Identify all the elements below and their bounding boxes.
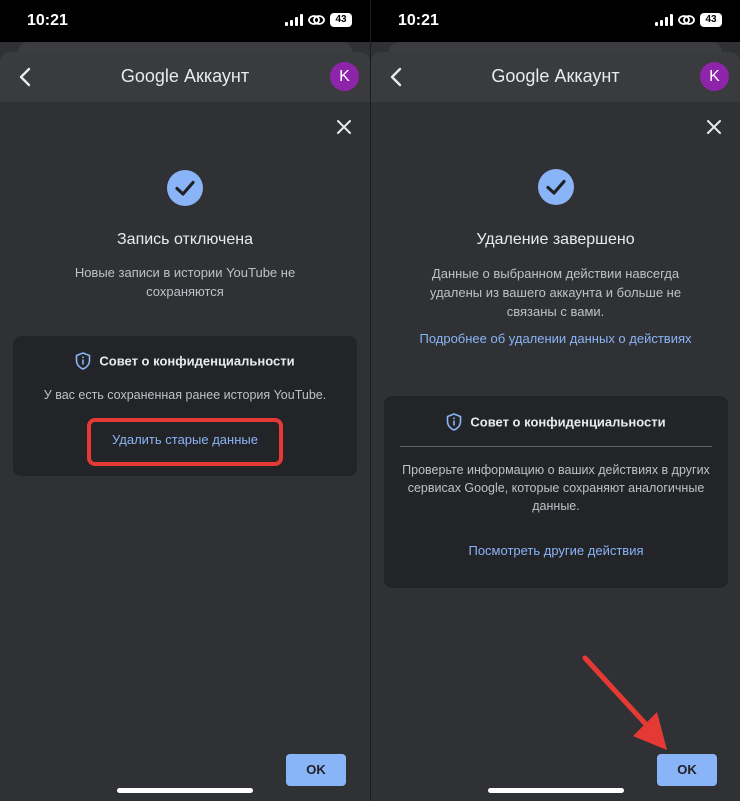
left-screen: 10:21 43 Google Аккаунт K Запись отключе…: [0, 0, 370, 801]
ok-button[interactable]: OK: [286, 754, 346, 786]
link-icon: [678, 15, 695, 25]
shield-info-icon: [76, 352, 91, 370]
signal-icon: [655, 14, 673, 26]
home-indicator: [487, 788, 624, 793]
privacy-tip-heading: Совет о конфиденциальности: [13, 352, 357, 370]
privacy-tip-text: У вас есть сохраненная ранее история You…: [43, 388, 327, 402]
link-icon: [308, 15, 325, 25]
home-indicator: [117, 788, 253, 793]
privacy-tip-heading: Совет о конфиденциальности: [384, 413, 728, 431]
status-icons: 43: [285, 13, 352, 27]
google-logo-text: Google: [120, 66, 179, 86]
status-bar: 10:21 43: [371, 0, 740, 42]
status-bar: 10:21 43: [0, 0, 370, 42]
app-title: Google Аккаунт: [371, 66, 740, 87]
battery-icon: 43: [700, 13, 722, 27]
google-logo-text: Google: [491, 66, 550, 86]
right-screen: 10:21 43 Google Аккаунт K Удаление завер…: [370, 0, 740, 801]
check-circle-icon: [167, 170, 203, 206]
close-icon[interactable]: [334, 117, 354, 137]
avatar[interactable]: K: [330, 62, 359, 91]
status-time: 10:21: [398, 12, 439, 29]
page-title: Удаление завершено: [476, 231, 635, 248]
close-icon[interactable]: [704, 117, 724, 137]
account-label: Аккаунт: [554, 66, 620, 86]
privacy-tip-text: Проверьте информацию о ваших действиях в…: [402, 463, 710, 513]
privacy-tip-card: Совет о конфиденциальности Проверьте инф…: [384, 396, 728, 588]
description-text: Данные о выбранном действии навсегда уда…: [429, 266, 682, 319]
status-icons: 43: [655, 13, 722, 27]
view-other-activity-link[interactable]: Посмотреть другие действия: [384, 543, 728, 558]
shield-info-icon: [447, 413, 462, 431]
page-title: Запись отключена: [117, 231, 253, 248]
app-title: Google Аккаунт: [0, 66, 370, 87]
learn-more-link[interactable]: Подробнее об удалении данных о действиях: [371, 331, 740, 346]
avatar[interactable]: K: [700, 62, 729, 91]
check-circle-icon: [537, 169, 574, 205]
description-text: Новые записи в истории YouTube не сохран…: [74, 265, 296, 299]
app-header: Google Аккаунт K: [371, 52, 740, 102]
account-label: Аккаунт: [183, 66, 250, 86]
red-pointer-arrow-icon: [582, 655, 667, 750]
red-highlight-box: [87, 418, 283, 466]
signal-icon: [285, 14, 303, 26]
app-header: Google Аккаунт K: [0, 52, 370, 102]
battery-icon: 43: [330, 13, 352, 27]
status-time: 10:21: [27, 12, 68, 29]
card-divider: [400, 446, 712, 447]
